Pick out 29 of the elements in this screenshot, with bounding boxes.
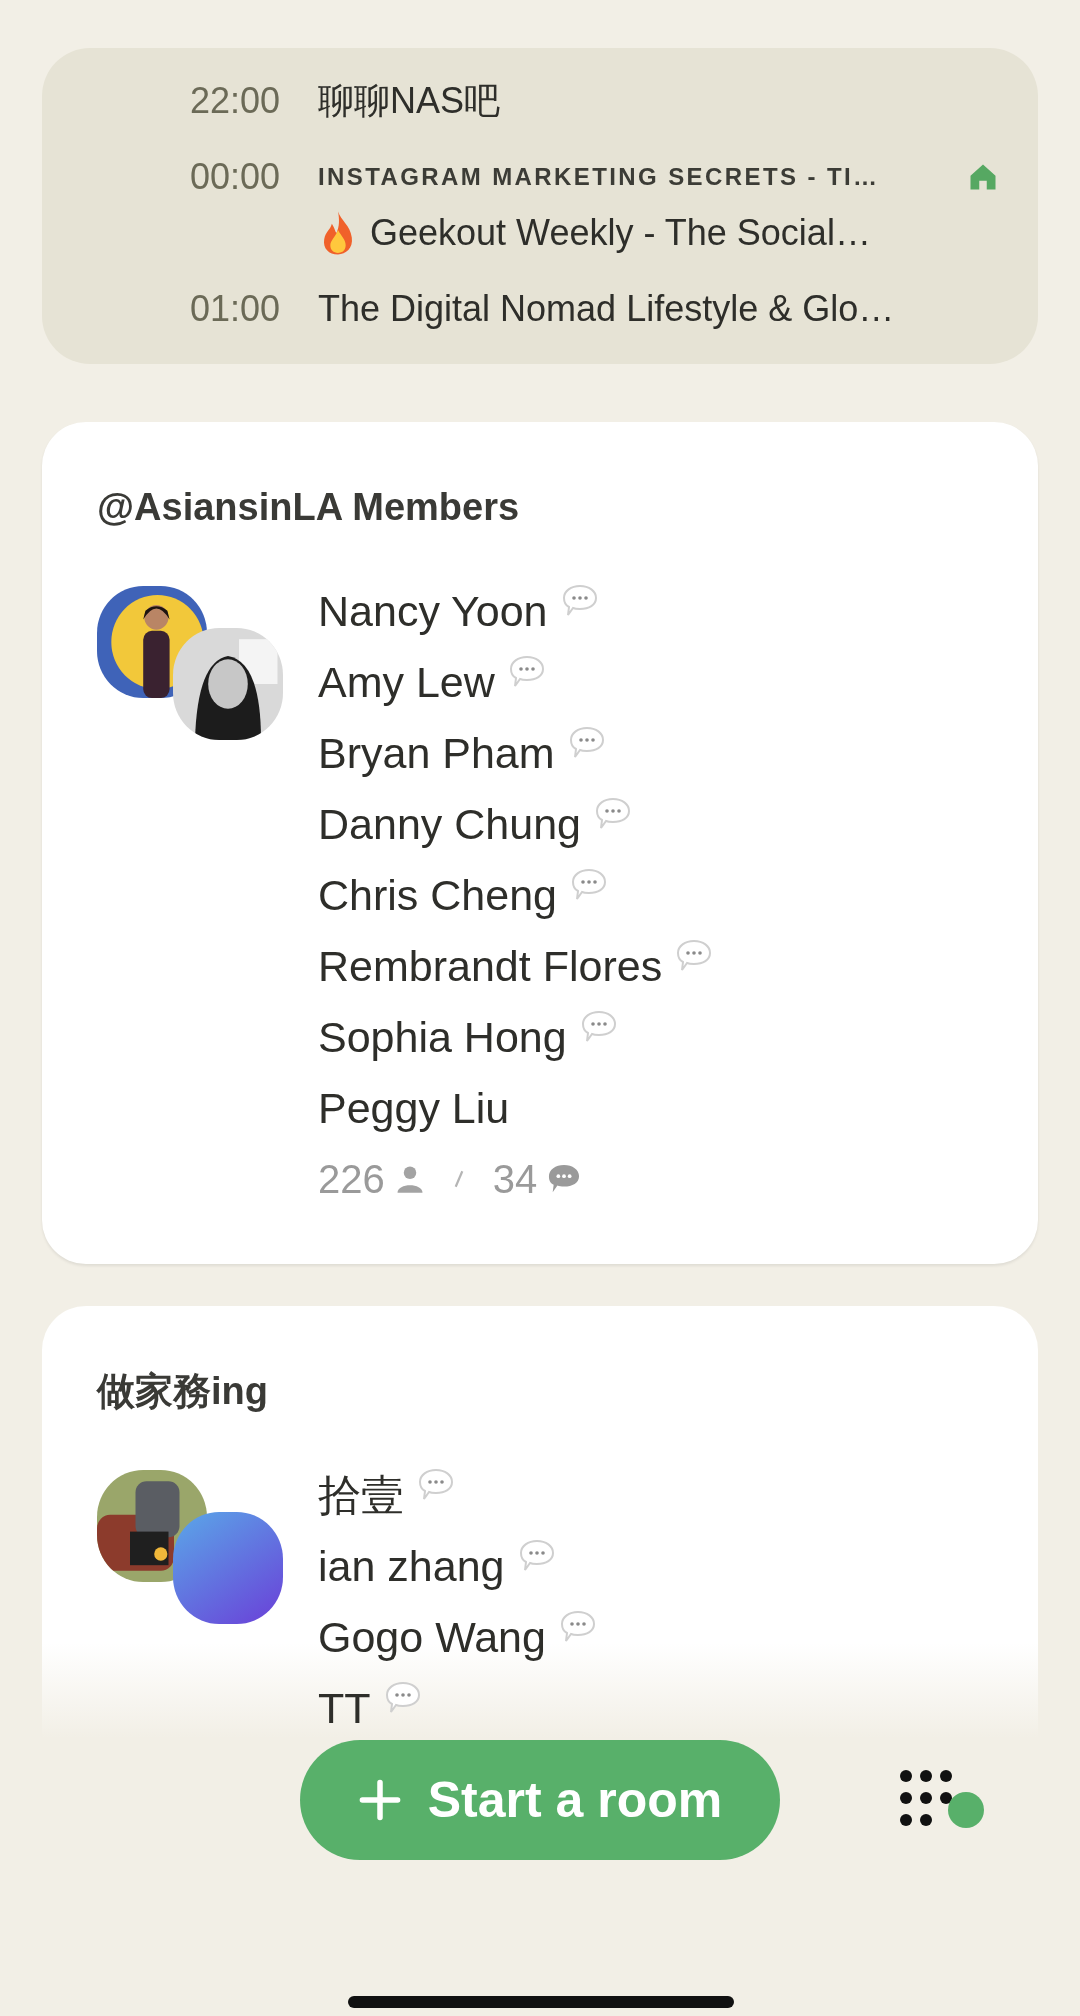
room-card[interactable]: @AsiansinLA Members Nancy Yoon Amy Lew Bryan Pham Danny Chung Chris Cheng Rembrandt Flores Sophia Hong Peggy Liu 226 34: [42, 422, 1038, 1264]
plus-icon: [357, 1778, 402, 1822]
schedule-card[interactable]: 22:00 聊聊NAS吧 00:00 INSTAGRAM MARKETING SECRETS - TI… Geekout Weekly - The Social… 01:00 The Digital Nomad Lifestyle & Glo…: [42, 48, 1038, 364]
member-name: Amy Lew: [318, 658, 495, 707]
member-name: Chris Cheng: [318, 871, 557, 920]
speaker-count: 34: [492, 1156, 538, 1202]
member-name: TT: [318, 1684, 371, 1733]
listener-count: 226: [318, 1156, 385, 1202]
member-name: Gogo Wang: [318, 1613, 546, 1662]
slash-divider-icon: [452, 1168, 465, 1190]
member-name: ian zhang: [318, 1542, 505, 1591]
member-name: Rembrandt Flores: [318, 942, 663, 991]
house-icon: [968, 162, 998, 192]
event-time: 01:00: [188, 287, 280, 331]
event-title: Geekout Weekly - The Social…: [370, 211, 871, 255]
event-title: 聊聊NAS吧: [318, 79, 501, 123]
room-title: @AsiansinLA Members: [97, 485, 521, 530]
dots-grid-icon[interactable]: [900, 1770, 986, 1830]
event-time: 22:00: [188, 79, 280, 123]
member-name: Danny Chung: [318, 800, 581, 849]
event-title: The Digital Nomad Lifestyle & Glo…: [318, 287, 895, 331]
member-name: 拾壹: [318, 1469, 404, 1521]
member-name: Sophia Hong: [318, 1013, 567, 1062]
club-name: INSTAGRAM MARKETING SECRETS - TI…: [318, 163, 880, 191]
event-time: 00:00: [188, 155, 280, 199]
member-name: Bryan Pham: [318, 729, 555, 778]
member-name: Peggy Liu: [318, 1084, 510, 1133]
member-name: Nancy Yoon: [318, 587, 548, 636]
room-title: 做家務ing: [97, 1369, 269, 1414]
